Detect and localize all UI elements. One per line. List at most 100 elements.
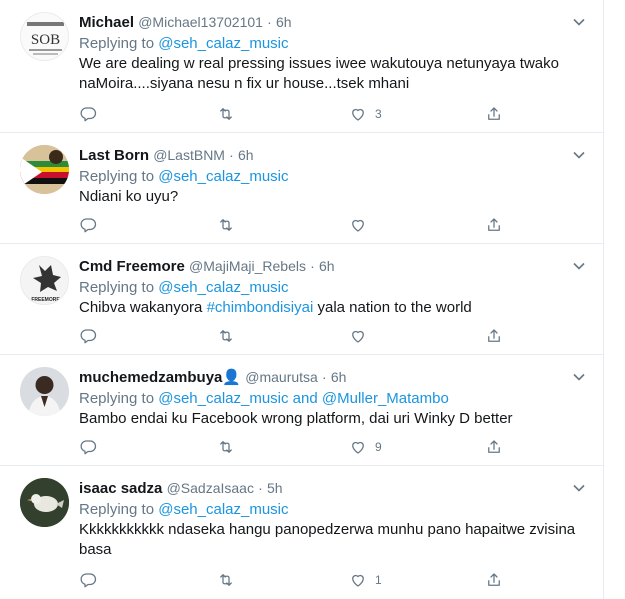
timestamp[interactable]: 6h — [331, 369, 347, 385]
reply-button[interactable] — [79, 215, 97, 235]
mention-link[interactable]: @seh_calaz_music — [158, 390, 288, 407]
avatar[interactable] — [20, 478, 69, 527]
share-button[interactable] — [485, 326, 503, 346]
like-button[interactable] — [349, 326, 367, 346]
chevron-down-icon[interactable] — [571, 14, 587, 30]
chevron-down-icon[interactable] — [571, 480, 587, 496]
timestamp[interactable]: 6h — [319, 258, 335, 274]
person-emoji-icon: 👤 — [222, 369, 242, 386]
reply-button[interactable] — [79, 437, 97, 457]
hashtag-link[interactable]: #chimbondisiyai — [207, 299, 314, 316]
tweet-text: Bambo endai ku Facebook wrong platform, … — [79, 410, 513, 427]
reply-icon — [80, 107, 97, 122]
separator-dot: · — [229, 147, 234, 163]
reply-button[interactable] — [79, 326, 97, 346]
like-button[interactable] — [349, 215, 367, 235]
tweet-actions: 9 — [79, 437, 509, 457]
user-handle[interactable]: @Michael13702101 — [138, 14, 263, 30]
tweet-cmd-freemore[interactable]: FREEMORE Cmd Freemore @MajiMaji_Rebels ·… — [0, 244, 603, 355]
tweet-isaac-sadza[interactable]: isaac sadza @SadzaIsaac · 5h Replying to… — [0, 466, 603, 599]
tweet-header: isaac sadza @SadzaIsaac · 5h — [79, 478, 587, 498]
share-button[interactable] — [485, 437, 503, 457]
separator-dot: · — [258, 480, 263, 496]
reply-icon — [80, 218, 97, 233]
chevron-down-icon[interactable] — [571, 147, 587, 163]
tweet-text: Chibva wakanyora #chimbondisiyai yala na… — [79, 298, 587, 318]
like-button[interactable]: 3 — [349, 104, 382, 124]
avatar[interactable] — [20, 367, 69, 416]
replying-to-label: Replying to — [79, 35, 159, 52]
retweet-button[interactable] — [217, 570, 235, 590]
display-name[interactable]: isaac sadza — [79, 480, 162, 497]
timestamp[interactable]: 6h — [238, 147, 254, 163]
replying-to-label: Replying to — [79, 168, 159, 185]
reply-button[interactable] — [79, 570, 97, 590]
tweet-actions: 1 — [79, 570, 509, 590]
user-handle[interactable]: @LastBNM — [153, 147, 225, 163]
retweet-button[interactable] — [217, 437, 235, 457]
retweet-icon — [220, 574, 232, 586]
mention-link[interactable]: @seh_calaz_music — [158, 168, 288, 185]
mention-link[interactable]: @seh_calaz_music — [158, 35, 288, 52]
tweet-text: We are dealing w real pressing issues iw… — [79, 54, 587, 94]
retweet-button[interactable] — [217, 326, 235, 346]
tweet-text-line: We are dealing w real pressing issues iw… — [79, 55, 559, 72]
tweet-text: Kkkkkkkkkkk ndaseka hangu panopedzerwa m… — [79, 520, 587, 560]
tweet-actions — [79, 326, 509, 346]
tweet-muchemedzambuya[interactable]: muchemedzambuya👤 @maurutsa · 6h Replying… — [0, 355, 603, 466]
tweet-text-line: basa — [79, 541, 112, 558]
retweet-button[interactable] — [217, 104, 235, 124]
tweet-header: Last Born @LastBNM · 6h — [79, 145, 587, 165]
replying-to-label: Replying to — [79, 390, 159, 407]
reply-button[interactable] — [79, 104, 97, 124]
share-icon — [488, 218, 500, 231]
mention-link[interactable]: @seh_calaz_music — [158, 501, 288, 518]
reply-icon — [80, 573, 97, 588]
like-icon — [352, 108, 364, 121]
separator-dot: · — [310, 258, 315, 274]
display-name[interactable]: Last Born — [79, 147, 149, 164]
tweet-header: Michael @Michael13702101 · 6h — [79, 12, 587, 32]
user-handle[interactable]: @SadzaIsaac — [167, 480, 254, 496]
tweet-last-born[interactable]: Last Born @LastBNM · 6h Replying to @seh… — [0, 133, 603, 244]
replying-to: Replying to @seh_calaz_music — [79, 278, 587, 298]
tweet-michael[interactable]: SOB Michael @Michael13702101 · 6h Replyi… — [0, 0, 603, 133]
mention-link[interactable]: @Muller_Matambo — [322, 390, 449, 407]
avatar[interactable]: FREEMORE — [20, 256, 69, 305]
like-button[interactable]: 9 — [349, 437, 382, 457]
replying-and[interactable]: and — [289, 390, 322, 407]
separator-dot: · — [267, 14, 272, 30]
tweet-text-line: naMoira....siyana nesu n fix ur house...… — [79, 75, 410, 92]
avatar[interactable] — [20, 145, 69, 194]
display-name[interactable]: muchemedzambuya — [79, 369, 222, 386]
mention-link[interactable]: @seh_calaz_music — [158, 279, 288, 296]
share-icon — [488, 329, 500, 342]
avatar[interactable]: SOB — [20, 12, 69, 61]
display-name[interactable]: Michael — [79, 14, 134, 31]
replying-to: Replying to @seh_calaz_music — [79, 167, 587, 187]
user-handle[interactable]: @MajiMaji_Rebels — [189, 258, 306, 274]
share-button[interactable] — [485, 104, 503, 124]
like-icon — [352, 219, 364, 232]
tweet-actions: 3 — [79, 104, 509, 124]
avatar-photo — [20, 367, 69, 416]
retweet-icon — [220, 108, 232, 120]
like-icon — [352, 330, 364, 343]
replies-feed: SOB Michael @Michael13702101 · 6h Replyi… — [0, 0, 604, 599]
replying-to: Replying to @seh_calaz_music and @Muller… — [79, 389, 587, 409]
chevron-down-icon[interactable] — [571, 369, 587, 385]
tweet-text-part: yala nation to the world — [313, 299, 472, 316]
display-name[interactable]: Cmd Freemore — [79, 258, 185, 275]
timestamp[interactable]: 5h — [267, 480, 283, 496]
chevron-down-icon[interactable] — [571, 258, 587, 274]
like-button[interactable]: 1 — [349, 570, 382, 590]
avatar-logo-text: SOB — [31, 32, 60, 48]
retweet-button[interactable] — [217, 215, 235, 235]
avatar-bird-photo — [20, 478, 69, 527]
share-button[interactable] — [485, 215, 503, 235]
share-button[interactable] — [485, 570, 503, 590]
share-icon — [488, 107, 500, 120]
user-handle[interactable]: @maurutsa — [245, 369, 318, 385]
tweet-text-part: Chibva wakanyora — [79, 299, 207, 316]
timestamp[interactable]: 6h — [276, 14, 292, 30]
